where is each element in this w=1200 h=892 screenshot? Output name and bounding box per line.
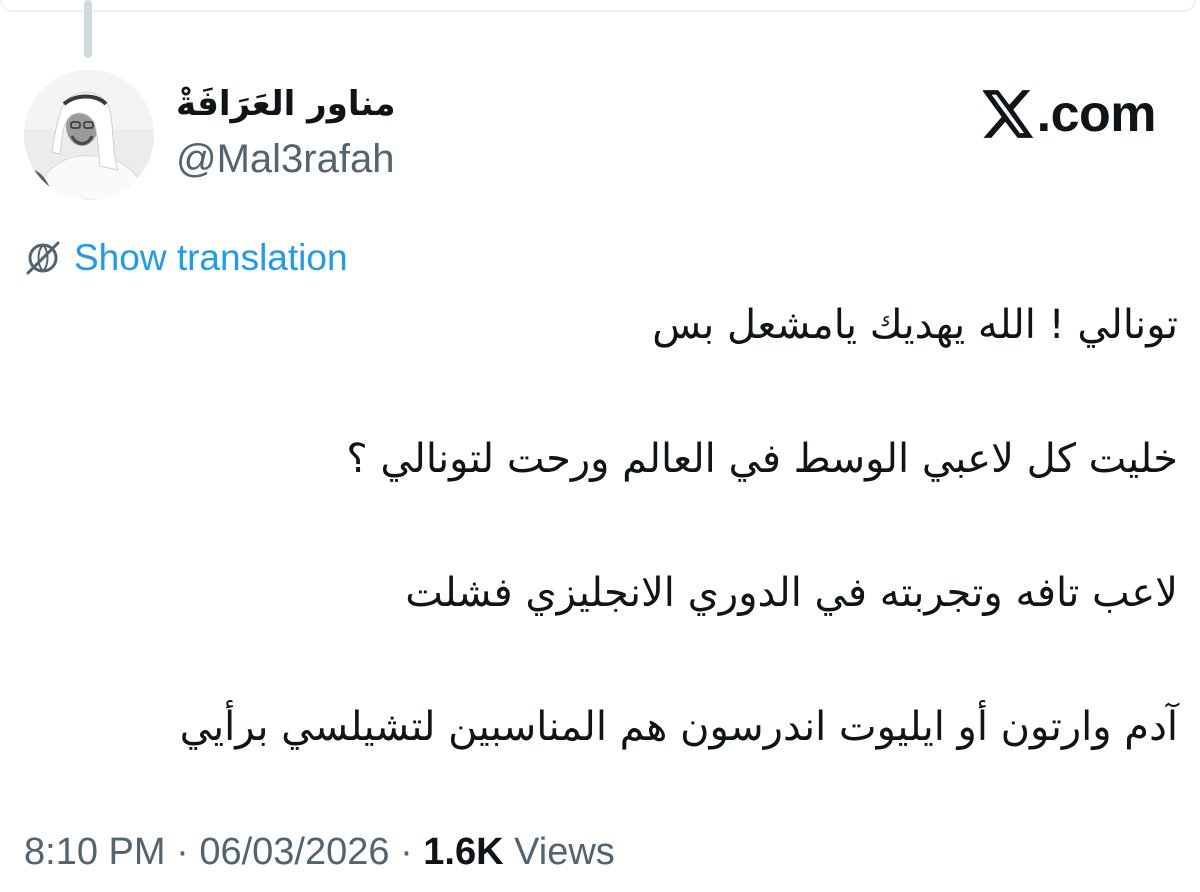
previous-tweet-card-edge [0, 0, 1196, 12]
meta-separator: · [176, 831, 189, 873]
show-translation-label: Show translation [74, 237, 348, 278]
tweet-line: لاعب تافه وتجربته في الدوري الانجليزي فش… [405, 570, 1178, 616]
translate-globe-icon [26, 241, 60, 275]
tweet-line: تونالي ! الله يهديك يامشعل بس [652, 302, 1178, 348]
views-label: Views [514, 831, 615, 873]
tweet-metadata: 8:10 PM · 06/03/2026 · 1.6K Views [24, 826, 615, 878]
tweet-text: تونالي ! الله يهديك يامشعل بس خليت كل لا… [18, 292, 1178, 760]
avatar-photo-icon [24, 70, 154, 200]
brand-domain-text: .com [1036, 85, 1157, 143]
x-logo-icon [982, 90, 1033, 138]
thread-connector-line [84, 0, 92, 58]
tweet-line: خليت كل لاعبي الوسط في العالم ورحت لتونا… [346, 436, 1178, 482]
author-display-name[interactable]: مناور العَرَافَةْ [176, 82, 396, 126]
tweet-screenshot: مناور العَرَافَةْ @Mal3rafah .com Show t… [0, 0, 1200, 892]
brand-watermark: .com [982, 82, 1157, 146]
views-count[interactable]: 1.6K [423, 831, 503, 873]
avatar[interactable] [24, 70, 154, 200]
author-handle[interactable]: @Mal3rafah [176, 134, 394, 184]
meta-separator: · [400, 831, 413, 873]
show-translation-button[interactable]: Show translation [24, 234, 348, 282]
tweet-line: آدم وارتون أو ايليوت اندرسون هم المناسبي… [179, 704, 1178, 750]
tweet-date[interactable]: 06/03/2026 [199, 831, 389, 873]
tweet-time[interactable]: 8:10 PM [24, 831, 166, 873]
